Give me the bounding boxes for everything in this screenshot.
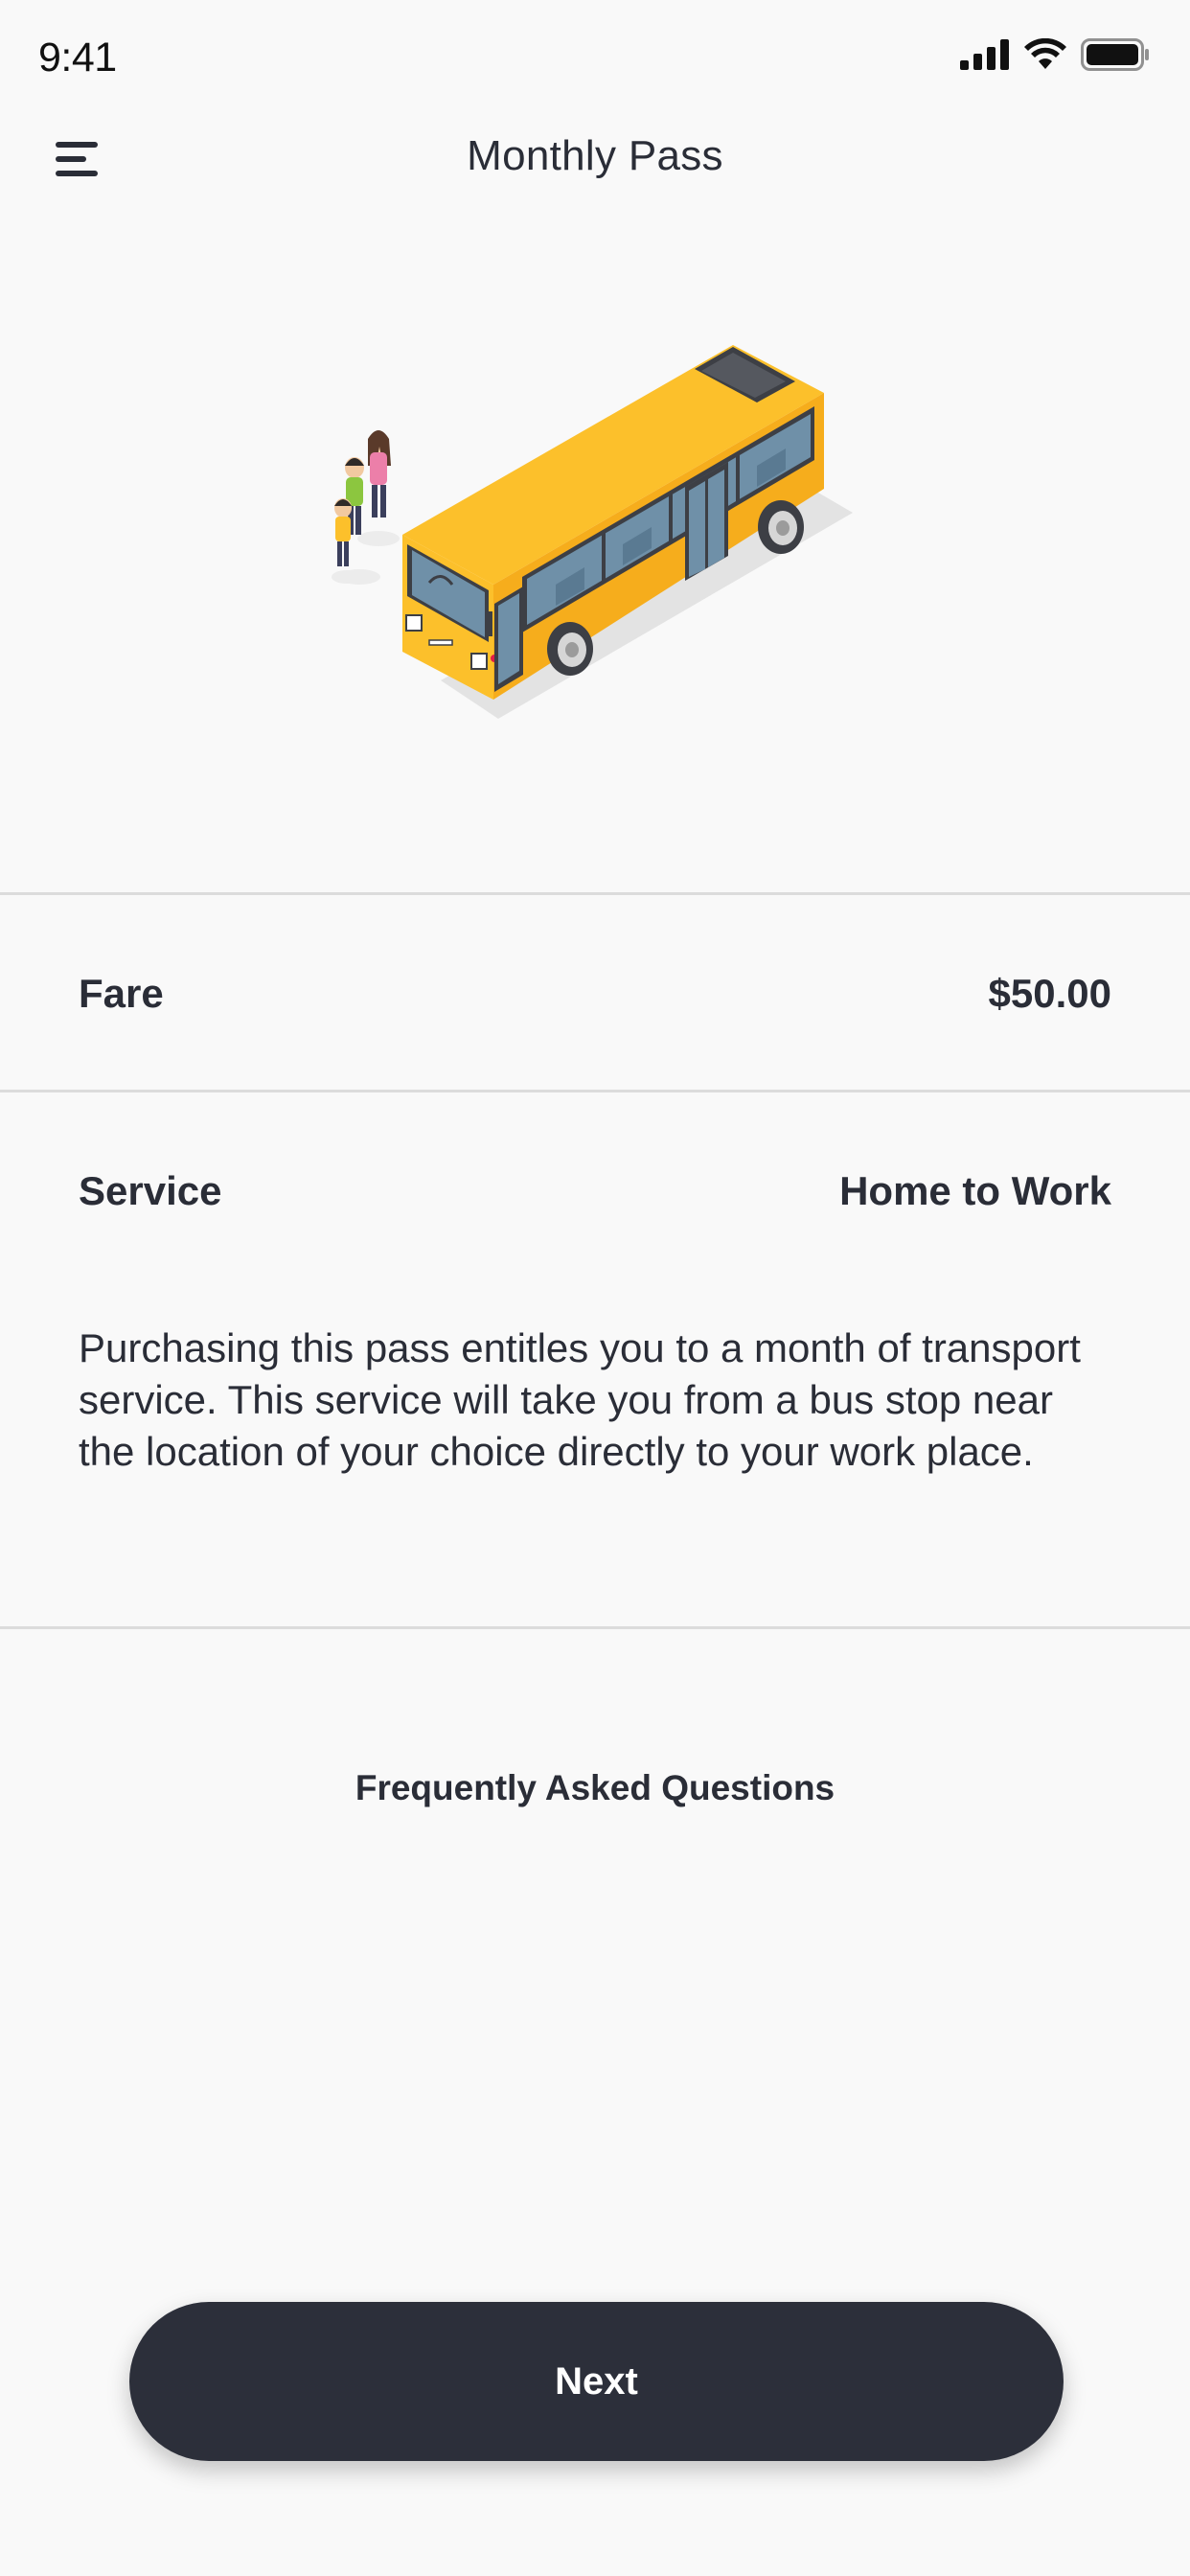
fare-label: Fare	[79, 971, 164, 1016]
fare-value: $50.00	[988, 971, 1111, 1016]
page-title: Monthly Pass	[467, 132, 723, 179]
cellular-signal-icon	[960, 39, 1009, 70]
service-row: Service Home to Work	[79, 1162, 1111, 1220]
faq-link[interactable]: Frequently Asked Questions	[0, 1768, 1190, 1808]
battery-icon	[1081, 38, 1149, 71]
pass-description: Purchasing this pass entitles you to a m…	[79, 1325, 1081, 1474]
status-time: 9:41	[38, 34, 117, 80]
next-button[interactable]: Next	[129, 2302, 1064, 2461]
wifi-icon	[1024, 38, 1066, 69]
service-value: Home to Work	[839, 1168, 1111, 1213]
status-bar: 9:41	[0, 0, 1190, 125]
status-icons	[960, 38, 1150, 71]
divider	[0, 1090, 1190, 1092]
service-label: Service	[79, 1168, 222, 1213]
divider	[0, 1626, 1190, 1629]
bus-with-passengers-illustration	[307, 326, 881, 748]
nav-bar: Monthly Pass	[0, 115, 1190, 201]
divider	[0, 892, 1190, 895]
fare-row: Fare $50.00	[79, 965, 1111, 1023]
